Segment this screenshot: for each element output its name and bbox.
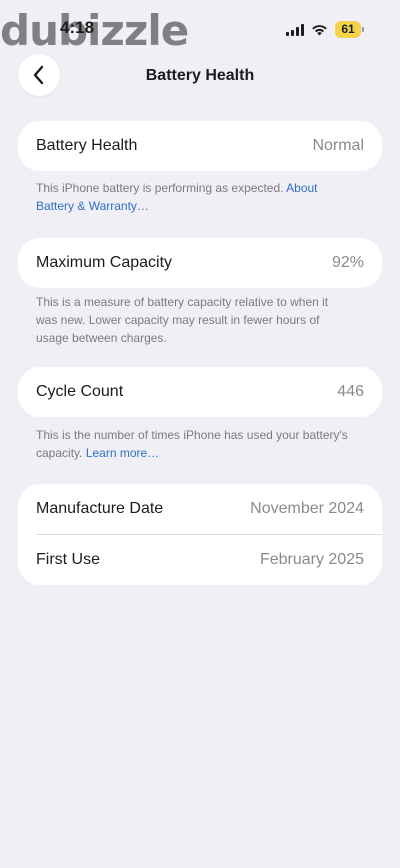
cycle-count-footnote: This is the number of times iPhone has u… — [36, 426, 352, 462]
maximum-capacity-footnote: This is a measure of battery capacity re… — [36, 295, 329, 345]
battery-health-footnote: This iPhone battery is performing as exp… — [36, 179, 352, 215]
cycle-count-row: Cycle Count 446 — [18, 367, 382, 417]
manufacture-date-label: Manufacture Date — [36, 500, 164, 517]
battery-health-card: Battery Health Normal — [18, 121, 382, 171]
cycle-count-card: Cycle Count 446 — [18, 367, 382, 417]
manufacture-date-value: November 2024 — [250, 500, 364, 517]
battery-cap — [362, 27, 364, 32]
battery-health-row: Battery Health Normal — [18, 121, 382, 171]
battery-icon: 61 — [335, 21, 364, 38]
maximum-capacity-card: Maximum Capacity 92% — [18, 238, 382, 288]
wifi-icon — [312, 24, 327, 35]
maximum-capacity-value: 92% — [331, 254, 364, 271]
first-use-row: First Use February 2025 — [18, 535, 382, 585]
first-use-label: First Use — [36, 551, 100, 568]
battery-health-value: Normal — [312, 137, 364, 154]
battery-percent: 61 — [335, 21, 361, 38]
manufacture-date-row: Manufacture Date November 2024 — [18, 484, 382, 534]
dates-card: Manufacture Date November 2024 First Use… — [18, 484, 382, 585]
learn-more-link[interactable]: Learn more… — [86, 446, 159, 460]
page-title: Battery Health — [145, 67, 255, 84]
first-use-value: February 2025 — [259, 551, 364, 568]
dubizzle-watermark: dubizzle — [0, 6, 189, 55]
maximum-capacity-label: Maximum Capacity — [36, 254, 173, 271]
battery-health-footnote-text: This iPhone battery is performing as exp… — [36, 181, 287, 195]
cycle-count-value: 446 — [337, 383, 364, 400]
status-bar: dubizzle 4:18 61 — [0, 0, 400, 56]
status-time: 4:18 — [60, 18, 95, 37]
status-indicators: 61 — [286, 21, 364, 38]
cycle-count-label: Cycle Count — [36, 383, 124, 400]
cycle-count-footnote-text: This is the number of times iPhone has u… — [36, 428, 348, 460]
maximum-capacity-row: Maximum Capacity 92% — [18, 238, 382, 288]
battery-health-label: Battery Health — [36, 137, 138, 154]
cellular-signal-icon — [286, 23, 304, 36]
